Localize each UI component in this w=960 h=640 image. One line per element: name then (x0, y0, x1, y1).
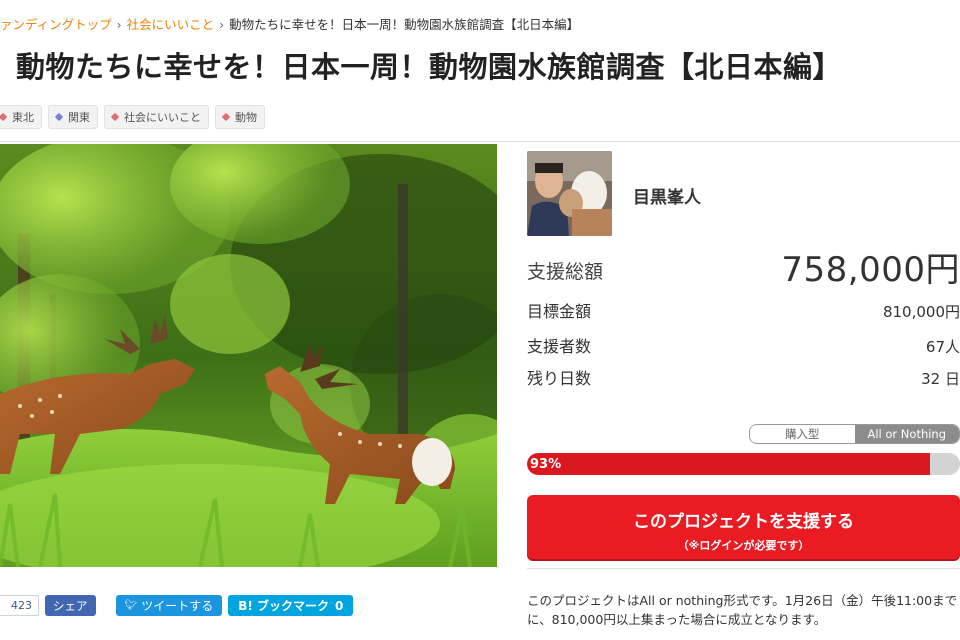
breadcrumb-link-category[interactable]: 社会にいいこと (127, 17, 215, 32)
page-title: 動物たちに幸せを！日本一周！動物園水族館調査【北日本編】 (16, 50, 843, 84)
tweet-label: ツイートする (141, 599, 214, 613)
backers-row: 支援者数 67人 (527, 333, 960, 357)
hatena-bookmark-button[interactable]: B! ブックマーク 0 (228, 595, 354, 616)
funding-progress-label: 93% (530, 456, 562, 472)
all-or-nothing-note: このプロジェクトはAll or nothing形式です。1月26日（金）午後11… (527, 593, 958, 627)
days-left-label: 残り日数 (527, 369, 592, 388)
funding-progress-bar: 93% (527, 453, 960, 475)
tag-icon (56, 113, 65, 122)
funding-progress-fill: 93% (527, 453, 930, 475)
tag-tohoku[interactable]: 東北 (0, 105, 42, 129)
funding-type-purchase[interactable]: 購入型 (750, 425, 855, 443)
tag-icon (112, 113, 121, 122)
tag-list: 東北 関東 社会にいいこと 動物 (0, 105, 265, 129)
tag-icon (223, 113, 232, 122)
header-divider (0, 141, 960, 142)
owner-avatar[interactable] (527, 151, 612, 236)
breadcrumb-link-top[interactable]: ァンディングトップ (0, 17, 112, 32)
breadcrumb-separator: › (116, 17, 122, 32)
tag-kanto[interactable]: 関東 (48, 105, 98, 129)
tag-label: 社会にいいこと (124, 111, 201, 124)
tag-label: 関東 (68, 111, 90, 124)
breadcrumb-current: 動物たちに幸せを！日本一周！動物園水族館調査【北日本編】 (229, 17, 580, 32)
hatena-count: 0 (335, 598, 344, 613)
project-hero-image (0, 144, 497, 567)
days-row: 残り日数 32 日 (527, 365, 960, 389)
breadcrumb: ァンディングトップ › 社会にいいこと › 動物たちに幸せを！日本一周！動物園水族館調査… (0, 14, 579, 33)
total-funding-label: 支援総額 (527, 261, 604, 283)
tag-label: 東北 (12, 111, 34, 124)
backers-label: 支援者数 (527, 337, 592, 356)
hatena-label: B! ブックマーク (238, 599, 330, 613)
goal-row: 目標金額 810,000円 (527, 298, 960, 322)
funding-type-all-or-nothing[interactable]: All or Nothing (854, 425, 959, 443)
goal-label: 目標金額 (527, 302, 592, 321)
tag-social-good[interactable]: 社会にいいこと (104, 105, 209, 129)
owner-name[interactable]: 目黒峯人 (633, 183, 701, 208)
share-buttons: 423 シェア 🐦︎ ツイートする B! ブックマーク 0 (0, 595, 354, 616)
sidebar-divider (527, 568, 960, 569)
support-button-sublabel: （※ログインが必要です） (677, 539, 810, 552)
total-funding-value: 758,000円 (781, 250, 960, 290)
tag-animals[interactable]: 動物 (215, 105, 265, 129)
goal-value: 810,000円 (882, 303, 960, 321)
tweet-button[interactable]: 🐦︎ ツイートする (115, 595, 223, 616)
backers-value: 67人 (925, 338, 960, 356)
twitter-bird-icon: 🐦︎ (124, 600, 138, 611)
facebook-share-button[interactable]: シェア (45, 595, 96, 616)
days-left-value: 32 日 (921, 370, 960, 388)
tag-label: 動物 (235, 111, 257, 124)
support-project-button[interactable]: このプロジェクトを支援する （※ログインが必要です） (527, 495, 960, 559)
funding-type-toggle: 購入型 All or Nothing (749, 424, 960, 444)
breadcrumb-separator: › (219, 17, 225, 32)
tag-icon (0, 113, 9, 122)
facebook-share-count: 423 (0, 595, 39, 616)
support-button-label: このプロジェクトを支援する (633, 512, 854, 532)
